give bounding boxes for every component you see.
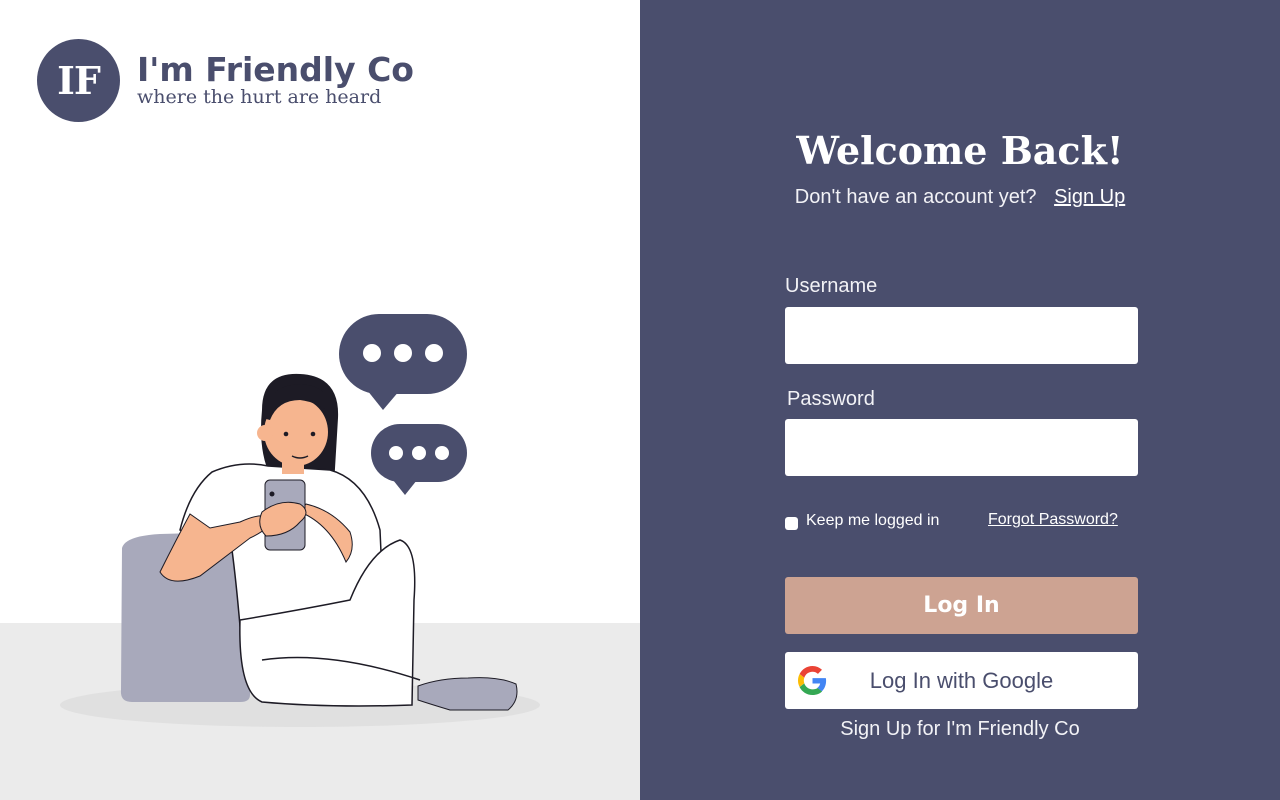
forgot-password-link[interactable]: Forgot Password? — [988, 511, 1118, 529]
password-label: Password — [787, 388, 875, 410]
password-input[interactable] — [785, 419, 1138, 476]
logo-initials: IF — [57, 58, 101, 103]
brand-name: I'm Friendly Co — [137, 50, 414, 89]
google-g-icon — [798, 666, 827, 695]
google-button-label: Log In with Google — [869, 667, 1054, 693]
chat-bubble-icon — [371, 424, 467, 495]
left-panel: IF I'm Friendly Co where the hurt are he… — [0, 0, 640, 800]
woman-on-phone-illustration — [60, 314, 540, 727]
logo-badge: IF — [37, 39, 120, 122]
brand-tagline: where the hurt are heard — [137, 86, 382, 108]
google-login-button[interactable]: Log In with Google — [785, 652, 1138, 709]
signup-prompt: Don't have an account yet? Sign Up — [640, 186, 1280, 209]
log-in-button[interactable]: Log In — [785, 577, 1138, 634]
sign-up-link[interactable]: Sign Up — [1054, 186, 1125, 208]
keep-logged-in-checkbox[interactable] — [785, 517, 798, 530]
footer-sign-up-link[interactable]: Sign Up for I'm Friendly Co — [640, 718, 1280, 741]
keep-logged-in-label: Keep me logged in — [806, 511, 940, 529]
keep-logged-in-row: Keep me logged in — [785, 511, 939, 530]
chat-bubble-icon — [339, 314, 467, 410]
username-label: Username — [785, 275, 878, 297]
login-panel: Welcome Back! Don't have an account yet?… — [640, 0, 1280, 800]
page-title: Welcome Back! — [796, 128, 1124, 173]
no-account-text: Don't have an account yet? — [794, 186, 1037, 208]
sock — [417, 677, 518, 711]
log-in-button-label: Log In — [923, 593, 1000, 618]
username-input[interactable] — [785, 307, 1138, 364]
